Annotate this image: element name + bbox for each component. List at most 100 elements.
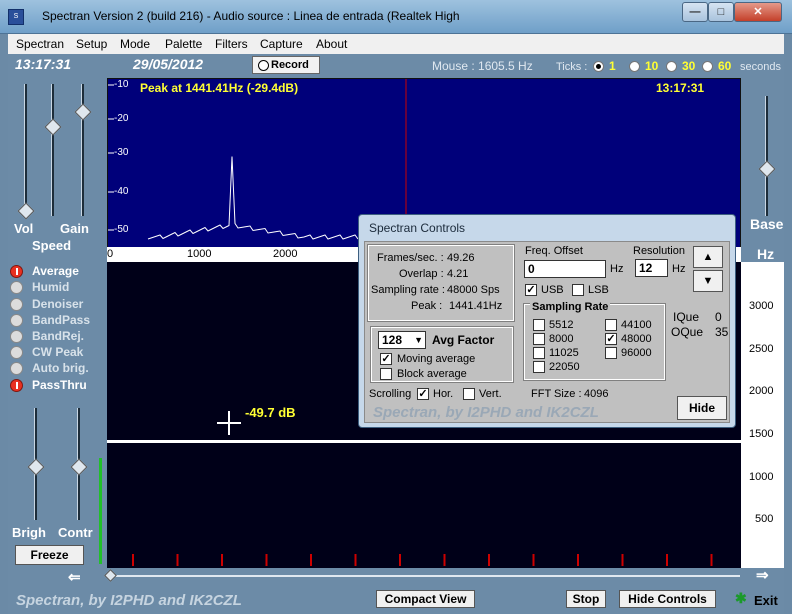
ticks-radio-10[interactable] — [629, 61, 640, 72]
menu-capture[interactable]: Capture — [260, 37, 303, 51]
option-label: BandPass — [32, 313, 91, 327]
rate-label: 48000 — [621, 333, 652, 345]
fft-size-label: FFT Size : — [531, 388, 582, 400]
frequency-scale: 3000 2500 2000 1500 1000 500 — [741, 262, 784, 568]
block-average-label: Block average — [397, 368, 467, 380]
menu-palette[interactable]: Palette — [165, 37, 202, 51]
peak-readout: Peak at 1441.41Hz (-29.4dB) — [140, 81, 299, 95]
arrow-right-icon[interactable]: ⇒ — [756, 566, 776, 584]
resolution-label: Resolution — [633, 245, 685, 257]
resolution-input[interactable]: 12 — [635, 259, 668, 277]
avg-factor-select[interactable]: 128 ▼ — [378, 331, 426, 349]
moving-average-label: Moving average — [397, 353, 476, 365]
spectrum-trace — [147, 156, 359, 240]
resolution-up-button[interactable]: ▲ — [693, 246, 723, 268]
moving-average-checkbox[interactable]: ✓ — [380, 353, 392, 365]
ticks-option-1: 1 — [609, 59, 616, 73]
clock-time: 13:17:31 — [15, 56, 72, 72]
maximize-button[interactable]: □ — [708, 2, 734, 22]
scroll-hor-checkbox[interactable]: ✓ — [417, 388, 429, 400]
arrow-left-icon[interactable]: ⇐ — [68, 568, 88, 586]
oque-value: 35 — [715, 325, 729, 339]
lsb-label: LSB — [588, 284, 609, 296]
record-label: Record — [271, 59, 309, 71]
brigh-label: Brigh — [12, 525, 46, 540]
hide-button[interactable]: Hide — [677, 396, 727, 420]
fft-size-value: 4096 — [584, 388, 609, 400]
minimize-button[interactable]: — — [682, 2, 708, 22]
exit-button[interactable]: Exit — [754, 593, 778, 608]
ticks-radio-1[interactable] — [593, 61, 604, 72]
dialog-title: Spectran Controls — [369, 221, 466, 235]
vol-label: Vol — [14, 221, 34, 236]
block-average-checkbox[interactable] — [380, 368, 392, 380]
sampling-rate-title: Sampling Rate — [530, 301, 611, 313]
scrolling-label: Scrolling — [369, 388, 412, 400]
db-tick: -30 — [114, 147, 129, 158]
speed-label: Speed — [32, 238, 72, 253]
resolution-down-button[interactable]: ▼ — [693, 270, 723, 292]
record-button[interactable]: Record — [252, 56, 320, 74]
menu-mode[interactable]: Mode — [120, 37, 150, 51]
title-bar: S Spectran Version 2 (build 216) - Audio… — [0, 0, 792, 34]
avg-factor-label: Avg Factor — [432, 333, 495, 347]
freq-offset-input[interactable]: 0 — [524, 260, 606, 278]
spectrum-time: 13:17:31 — [656, 81, 705, 95]
rate-5512-checkbox[interactable] — [533, 319, 545, 331]
menu-bar: Spectran Setup Mode Palette Filters Capt… — [8, 34, 784, 54]
toggle-on-icon — [10, 265, 23, 278]
speed-slider[interactable] — [51, 84, 54, 216]
spectran-app-icon[interactable]: S — [8, 9, 24, 25]
compact-view-button[interactable]: Compact View — [376, 590, 475, 608]
freq-tick: 1000 — [187, 248, 212, 260]
scale-tick: 3000 — [749, 300, 774, 312]
ticks-option-30: 30 — [682, 59, 696, 73]
toggle-off-icon — [10, 330, 23, 343]
dialog-body: Frames/sec. : 49.26 Overlap : 4.21 Sampl… — [364, 241, 730, 423]
lsb-checkbox[interactable] — [572, 284, 584, 296]
date: 29/05/2012 — [133, 56, 204, 72]
ticks-radio-30[interactable] — [666, 61, 677, 72]
peak-label: Peak : — [411, 300, 443, 312]
toggle-off-icon — [10, 298, 23, 311]
rate-8000-checkbox[interactable] — [533, 333, 545, 345]
scroll-vert-checkbox[interactable] — [463, 388, 475, 400]
option-label: BandRej. — [32, 329, 85, 343]
usb-label: USB — [541, 284, 564, 296]
rate-48000-checkbox[interactable]: ✓ — [605, 333, 617, 345]
db-tick: -10 — [114, 79, 129, 90]
rate-22050-checkbox[interactable] — [533, 361, 545, 373]
footer-credit: Spectran, by I2PHD and IK2CZL — [16, 592, 242, 609]
contr-label: Contr — [58, 525, 93, 540]
close-button[interactable]: ✕ — [734, 2, 782, 22]
freeze-button[interactable]: Freeze — [15, 545, 84, 565]
rate-11025-checkbox[interactable] — [533, 347, 545, 359]
ticks-label: Ticks : — [556, 61, 588, 73]
running-man-icon[interactable]: ✱ — [735, 590, 749, 606]
usb-checkbox[interactable]: ✓ — [525, 284, 537, 296]
menu-filters[interactable]: Filters — [215, 37, 248, 51]
ticks-option-60: 60 — [718, 59, 732, 73]
menu-setup[interactable]: Setup — [76, 37, 107, 51]
base-slider[interactable] — [765, 96, 768, 216]
ticks-radio-60[interactable] — [702, 61, 713, 72]
db-tick: -20 — [114, 113, 129, 124]
toggle-off-icon — [10, 362, 23, 375]
menu-about[interactable]: About — [316, 37, 347, 51]
hide-controls-button[interactable]: Hide Controls — [619, 590, 716, 608]
rate-96000-checkbox[interactable] — [605, 347, 617, 359]
record-circle-icon — [258, 60, 269, 71]
scroll-track[interactable] — [112, 575, 740, 577]
toggle-off-icon — [10, 314, 23, 327]
toggle-off-icon — [10, 346, 23, 359]
vol-slider[interactable] — [24, 84, 27, 216]
menu-spectran[interactable]: Spectran — [16, 37, 64, 51]
stop-button[interactable]: Stop — [566, 590, 606, 608]
frames-value: 49.26 — [447, 252, 475, 264]
sampling-value: 48000 Sps — [447, 284, 500, 296]
ique-value: 0 — [715, 310, 722, 324]
arrow-up-icon: ▲ — [702, 251, 714, 263]
peak-value: 1441.41Hz — [449, 300, 503, 312]
rate-44100-checkbox[interactable] — [605, 319, 617, 331]
arrow-down-icon: ▼ — [702, 275, 714, 287]
